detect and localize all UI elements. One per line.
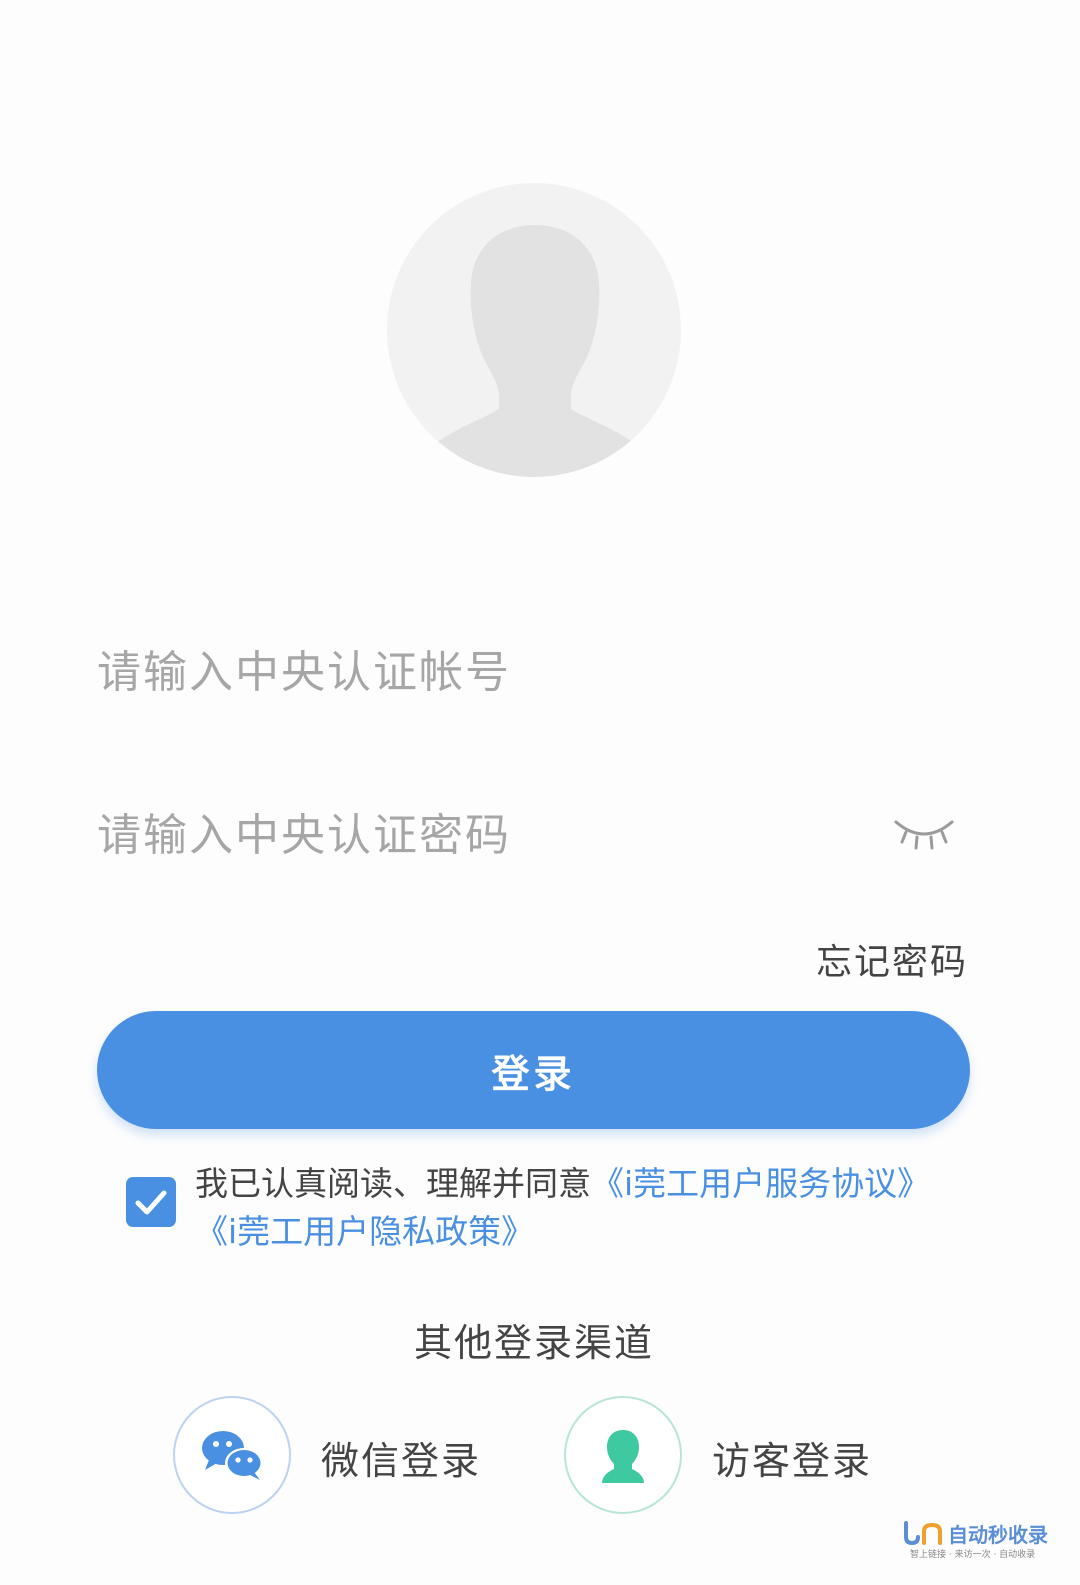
password-field-row bbox=[97, 790, 972, 880]
guest-icon-circle bbox=[564, 1396, 682, 1514]
watermark-text: 自动秒收录 bbox=[948, 1523, 1048, 1547]
wechat-icon bbox=[202, 1431, 263, 1480]
agreement-text: 我已认真阅读、理解并同意《i莞工用户服务协议》《i莞工用户隐私政策》 bbox=[195, 1160, 975, 1256]
login-button[interactable]: 登录 bbox=[97, 1011, 970, 1129]
wechat-icon-circle bbox=[173, 1396, 291, 1514]
account-input[interactable] bbox=[97, 627, 857, 717]
watermark-subtext: 智上链接 · 来访一次 · 自动收录 bbox=[910, 1550, 1036, 1560]
checkmark-icon bbox=[135, 1190, 167, 1215]
wechat-login-label: 微信登录 bbox=[321, 1439, 482, 1483]
service-agreement-link[interactable]: 《i莞工用户服务协议》 bbox=[591, 1164, 930, 1203]
watermark: 自动秒收录 智上链接 · 来访一次 · 自动收录 bbox=[900, 1519, 1050, 1565]
agreement-checkbox[interactable] bbox=[126, 1177, 176, 1227]
password-input[interactable] bbox=[97, 790, 857, 880]
other-login-title: 其他登录渠道 bbox=[413, 1321, 654, 1365]
avatar bbox=[387, 183, 681, 477]
forgot-password-link[interactable]: 忘记密码 bbox=[816, 933, 968, 985]
privacy-policy-link[interactable]: 《i莞工用户隐私政策》 bbox=[195, 1212, 534, 1251]
eye-closed-icon[interactable] bbox=[892, 812, 956, 852]
user-silhouette-icon bbox=[431, 225, 639, 477]
account-field-row bbox=[97, 627, 972, 717]
agreement-statement: 我已认真阅读、理解并同意 bbox=[195, 1164, 591, 1203]
guest-user-icon bbox=[602, 1430, 644, 1483]
guest-login-label: 访客登录 bbox=[712, 1439, 873, 1483]
watermark-logo-icon bbox=[904, 1521, 942, 1546]
